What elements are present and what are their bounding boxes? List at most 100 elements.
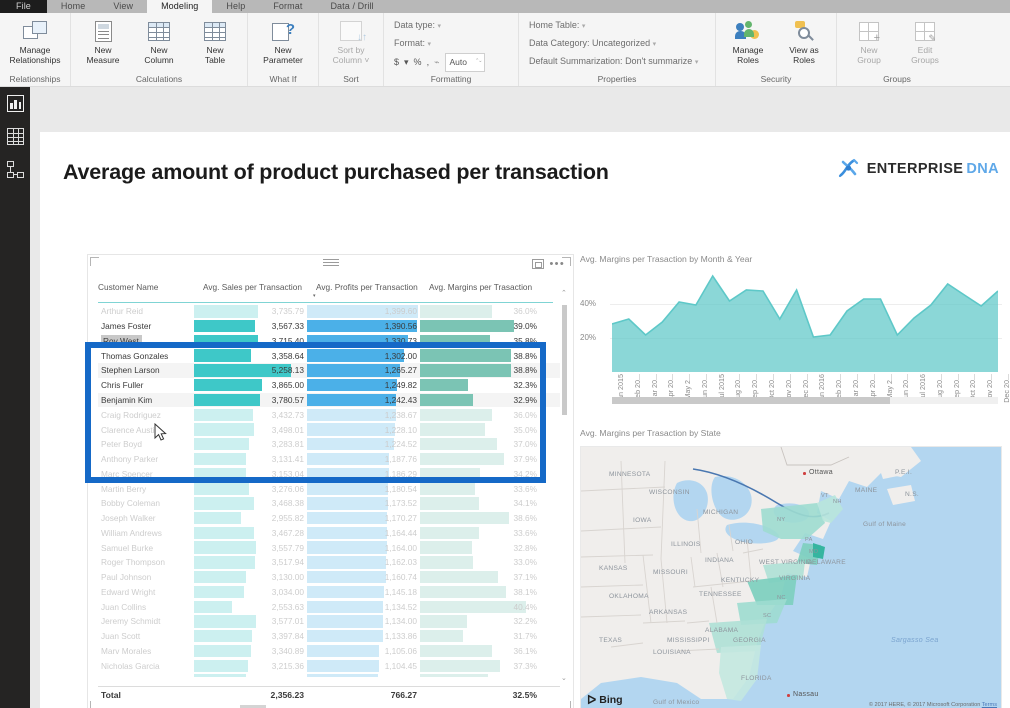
ribbon-tab-view[interactable]: View (99, 0, 147, 13)
table-vertical-scrollbar[interactable]: ⌃ ⌄ (561, 289, 567, 682)
model-view-icon[interactable] (6, 161, 24, 178)
table-row[interactable]: Bruce Harris3,133.711,093.6535.5% (98, 673, 560, 677)
sort-by-column-button[interactable]: Sort by Column ˅ (323, 16, 379, 65)
ribbon-tab-modeling[interactable]: Modeling (147, 0, 213, 13)
cell-avg-profits: 1,134.52 (307, 599, 420, 614)
new-parameter-button[interactable]: New Parameter (252, 16, 314, 65)
cell-avg-sales: 3,130.00 (194, 570, 307, 585)
cell-avg-profits: 1,399.60 (307, 304, 420, 319)
table-row[interactable]: Paul Johnson 3,130.00 1,160.74 37.1% (98, 570, 560, 585)
cell-avg-sales: 2,955.82 (194, 511, 307, 526)
new-group-icon (859, 18, 880, 44)
table-body[interactable]: Arthur Reid 3,735.79 1,399.60 36.0% James Fo… (98, 304, 560, 677)
cell-customer-name: Bobby Coleman (101, 498, 161, 509)
map-region-label: WISCONSIN (649, 489, 690, 496)
cell-avg-margins: 35.0% (420, 422, 540, 437)
table-row[interactable]: Thomas Gonzales 3,358.64 1,302.00 38.8% (98, 348, 560, 363)
table-row[interactable]: Bobby Coleman 3,468.38 1,173.52 34.1% (98, 496, 560, 511)
table-row[interactable]: Roy West 3,715.40 1,330.73 35.8% (98, 334, 560, 349)
default-summarization-row[interactable]: Default Summarization: Don't summarize ▾ (529, 53, 698, 71)
table-row[interactable]: Joseph Walker 2,955.82 1,170.27 38.6% (98, 511, 560, 526)
new-column-button[interactable]: New Column (131, 16, 187, 65)
map-region-label: Gulf of Maine (863, 521, 907, 528)
format-row[interactable]: Format: ▾ (394, 35, 431, 53)
map-visual[interactable]: Avg. Margins per Trasaction by State MIN… (580, 428, 1002, 708)
attribution-terms-link[interactable]: Terms (982, 702, 997, 708)
visual-drag-handle-icon[interactable] (322, 259, 339, 266)
area-chart-scrollbar[interactable] (612, 397, 998, 404)
table-row[interactable]: Juan Collins 2,553.63 1,134.52 40.4% (98, 599, 560, 614)
table-row[interactable]: Edward Wright 3,034.00 1,145.18 38.1% (98, 585, 560, 600)
focus-mode-icon[interactable] (532, 259, 544, 269)
data-view-icon[interactable] (6, 128, 24, 145)
area-chart-visual[interactable]: Avg. Margins per Trasaction by Month & Y… (580, 254, 1010, 419)
ribbon-tab-help[interactable]: Help (212, 0, 259, 13)
table-row[interactable]: Marc Spencer 3,153.04 1,186.29 34.2% (98, 466, 560, 481)
table-row[interactable]: Craig Rodriguez 3,432.73 1,238.67 36.0% (98, 407, 560, 422)
table-visual[interactable]: ••• Customer Name Avg. Sales per Transac… (87, 254, 574, 708)
enterprise-dna-logo: ENTERPRISE DNA (837, 157, 999, 180)
format-toolbar: $ ▾ % , ⌁ Auto (394, 53, 485, 72)
column-header-avg-margins[interactable]: Avg. Margins per Trasaction (420, 282, 540, 302)
cell-customer-name: Thomas Gonzales (101, 350, 169, 361)
table-row[interactable]: William Andrews 3,467.28 1,164.44 33.6% (98, 525, 560, 540)
scrollbar-thumb[interactable] (612, 397, 890, 404)
data-type-row[interactable]: Data type: ▾ (394, 17, 441, 35)
table-row[interactable]: Jeremy Schmidt 3,577.01 1,134.00 32.2% (98, 614, 560, 629)
new-group-button[interactable]: New Group (841, 16, 897, 65)
cell-avg-margins: 36.1% (420, 644, 540, 659)
cell-avg-profits: 1,105.06 (307, 644, 420, 659)
left-navigation-bar (0, 87, 30, 708)
more-options-icon[interactable]: ••• (550, 259, 565, 270)
ribbon-tab-data-drill[interactable]: Data / Drill (316, 0, 387, 13)
scrollbar-thumb[interactable] (562, 305, 567, 415)
column-header-avg-sales[interactable]: Avg. Sales per Transaction (194, 282, 307, 302)
map-region-label: MINNESOTA (609, 471, 651, 478)
table-row[interactable]: Clarence Austin 3,498.01 1,228.10 35.0% (98, 422, 560, 437)
table-row[interactable]: Chris Fuller 3,865.00 1,249.82 32.3% (98, 378, 560, 393)
map-region-label: NC (777, 595, 786, 601)
edit-groups-button[interactable]: Edit Groups (897, 16, 953, 65)
table-row[interactable]: Nicholas Garcia 3,215.36 1,104.45 37.3% (98, 658, 560, 673)
ribbon-tab-home[interactable]: Home (47, 0, 99, 13)
table-row[interactable]: Benjamin Kim 3,780.57 1,242.43 32.9% (98, 392, 560, 408)
table-row[interactable]: Arthur Reid 3,735.79 1,399.60 36.0% (98, 304, 560, 319)
table-row[interactable]: Marv Morales 3,340.89 1,105.06 36.1% (98, 644, 560, 659)
table-row[interactable]: Stephen Larson 5,258.13 1,265.27 38.8% (98, 363, 560, 378)
data-category-row[interactable]: Data Category: Uncategorized ▾ (529, 35, 656, 53)
table-row[interactable]: Martin Berry 3,276.06 1,180.54 33.6% (98, 481, 560, 496)
percent-button[interactable]: % (414, 55, 422, 70)
ribbon-tab-file[interactable]: File (0, 0, 47, 13)
view-as-roles-button[interactable]: View as Roles (776, 16, 832, 65)
group-title-what-if: What If (269, 74, 297, 84)
table-row[interactable]: James Foster 3,567.33 1,390.56 39.0% (98, 319, 560, 334)
manage-roles-button[interactable]: Manage Roles (720, 16, 776, 65)
map-region-label: MICHIGAN (703, 509, 739, 516)
comma-button[interactable]: , (427, 55, 430, 70)
chevron-down-icon: ▾ (427, 41, 432, 48)
bing-logo[interactable]: ᐅ Bing (587, 693, 623, 707)
table-row[interactable]: Peter Boyd 3,283.81 1,224.52 37.0% (98, 437, 560, 452)
chevron-down-icon: ▾ (437, 23, 442, 30)
logo-text: ENTERPRISE DNA (867, 161, 999, 177)
column-header-avg-profits[interactable]: Avg. Profits per Transaction (307, 282, 420, 302)
map-canvas[interactable]: MINNESOTA WISCONSIN IOWA MICHIGAN ILLINOIS IN… (580, 446, 1002, 708)
table-row[interactable]: Juan Scott 3,397.84 1,133.86 31.7% (98, 629, 560, 644)
cell-avg-profits: 1,173.52 (307, 496, 420, 511)
table-row[interactable]: Anthony Parker 3,131.41 1,187.76 37.9% (98, 452, 560, 467)
new-measure-button[interactable]: New Measure (75, 16, 131, 65)
manage-relationships-button[interactable]: Manage Relationships (4, 16, 66, 65)
column-header-customer-name[interactable]: Customer Name (98, 282, 194, 302)
scroll-up-icon[interactable]: ⌃ (561, 289, 567, 297)
decimal-places-stepper[interactable]: Auto (444, 53, 485, 72)
new-table-button[interactable]: New Table (187, 16, 243, 65)
table-row[interactable]: Samuel Burke 3,557.79 1,164.00 32.8% (98, 540, 560, 555)
table-row[interactable]: Roger Thompson 3,517.94 1,162.03 33.0% (98, 555, 560, 570)
currency-button[interactable]: $ (394, 55, 399, 70)
scroll-down-icon[interactable]: ⌄ (561, 674, 567, 682)
cell-avg-sales: 3,577.01 (194, 614, 307, 629)
home-table-row[interactable]: Home Table: ▾ (529, 17, 585, 35)
ribbon-tab-format[interactable]: Format (259, 0, 316, 13)
map-region-label: INDIANA (705, 557, 734, 564)
report-view-icon[interactable] (6, 95, 24, 112)
